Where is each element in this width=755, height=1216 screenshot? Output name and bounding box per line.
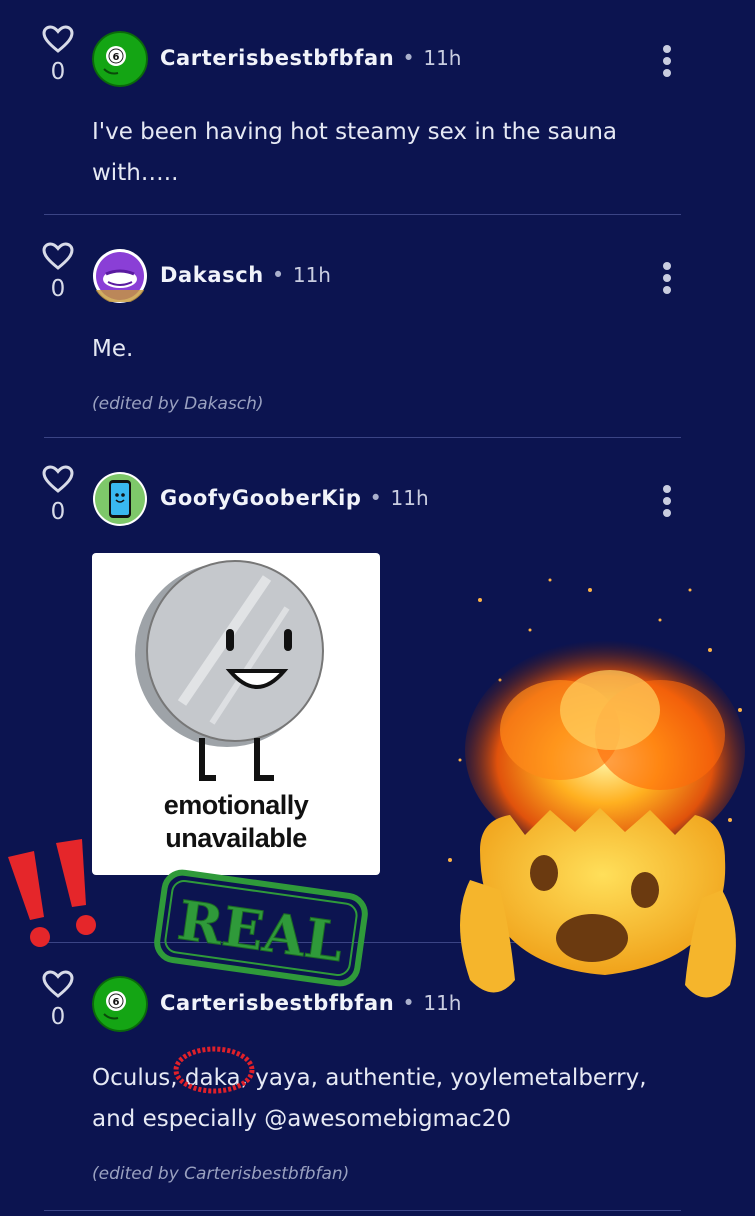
timestamp: 11h [292, 263, 331, 287]
avatar-badge: 6 [113, 52, 120, 63]
username[interactable]: Carterisbestbfbfan • 11h [160, 46, 461, 70]
heart-icon[interactable] [42, 465, 74, 493]
vote-count: 0 [50, 499, 66, 525]
comment-text: I've been having hot steamy sex in the s… [92, 119, 617, 186]
vote-count: 0 [50, 59, 66, 85]
more-options-icon[interactable] [656, 482, 678, 517]
edited-note: (edited by Dakasch) [92, 394, 264, 414]
timestamp: 11h [390, 486, 429, 510]
divider [44, 1210, 681, 1211]
comment-text: Me. [92, 336, 134, 362]
double-exclamation-icon [8, 839, 96, 947]
more-options-icon[interactable] [656, 42, 678, 77]
image-caption: emotionally unavailable [163, 790, 309, 853]
avatar[interactable] [92, 471, 148, 527]
heart-icon[interactable] [42, 970, 74, 998]
vote-control: 0 [38, 25, 78, 85]
avatar-badge: 6 [113, 997, 120, 1008]
more-options-icon[interactable] [656, 259, 678, 294]
vote-count: 0 [50, 1004, 66, 1030]
coin-character-image [135, 560, 324, 781]
avatar[interactable]: 6 [92, 976, 148, 1032]
red-circle-annotation [173, 1046, 255, 1094]
heart-icon[interactable] [42, 242, 74, 270]
divider [44, 214, 681, 215]
real-stamp: REAL [150, 866, 371, 990]
exploding-head-icon [448, 578, 745, 998]
vote-control: 0 [38, 970, 78, 1030]
divider [44, 437, 681, 438]
username[interactable]: Carterisbestbfbfan • 11h [160, 991, 461, 1015]
vote-control: 0 [38, 242, 78, 302]
attached-image[interactable]: emotionally unavailable [92, 553, 380, 875]
avatar[interactable]: 6 [92, 31, 148, 87]
vote-control: 0 [38, 465, 78, 525]
heart-icon[interactable] [42, 25, 74, 53]
avatar[interactable] [92, 248, 148, 304]
edited-note: (edited by Carterisbestbfbfan) [92, 1164, 350, 1184]
username[interactable]: GoofyGooberKip • 11h [160, 486, 429, 510]
vote-count: 0 [50, 276, 66, 302]
username[interactable]: Dakasch • 11h [160, 263, 331, 287]
timestamp: 11h [423, 46, 462, 70]
